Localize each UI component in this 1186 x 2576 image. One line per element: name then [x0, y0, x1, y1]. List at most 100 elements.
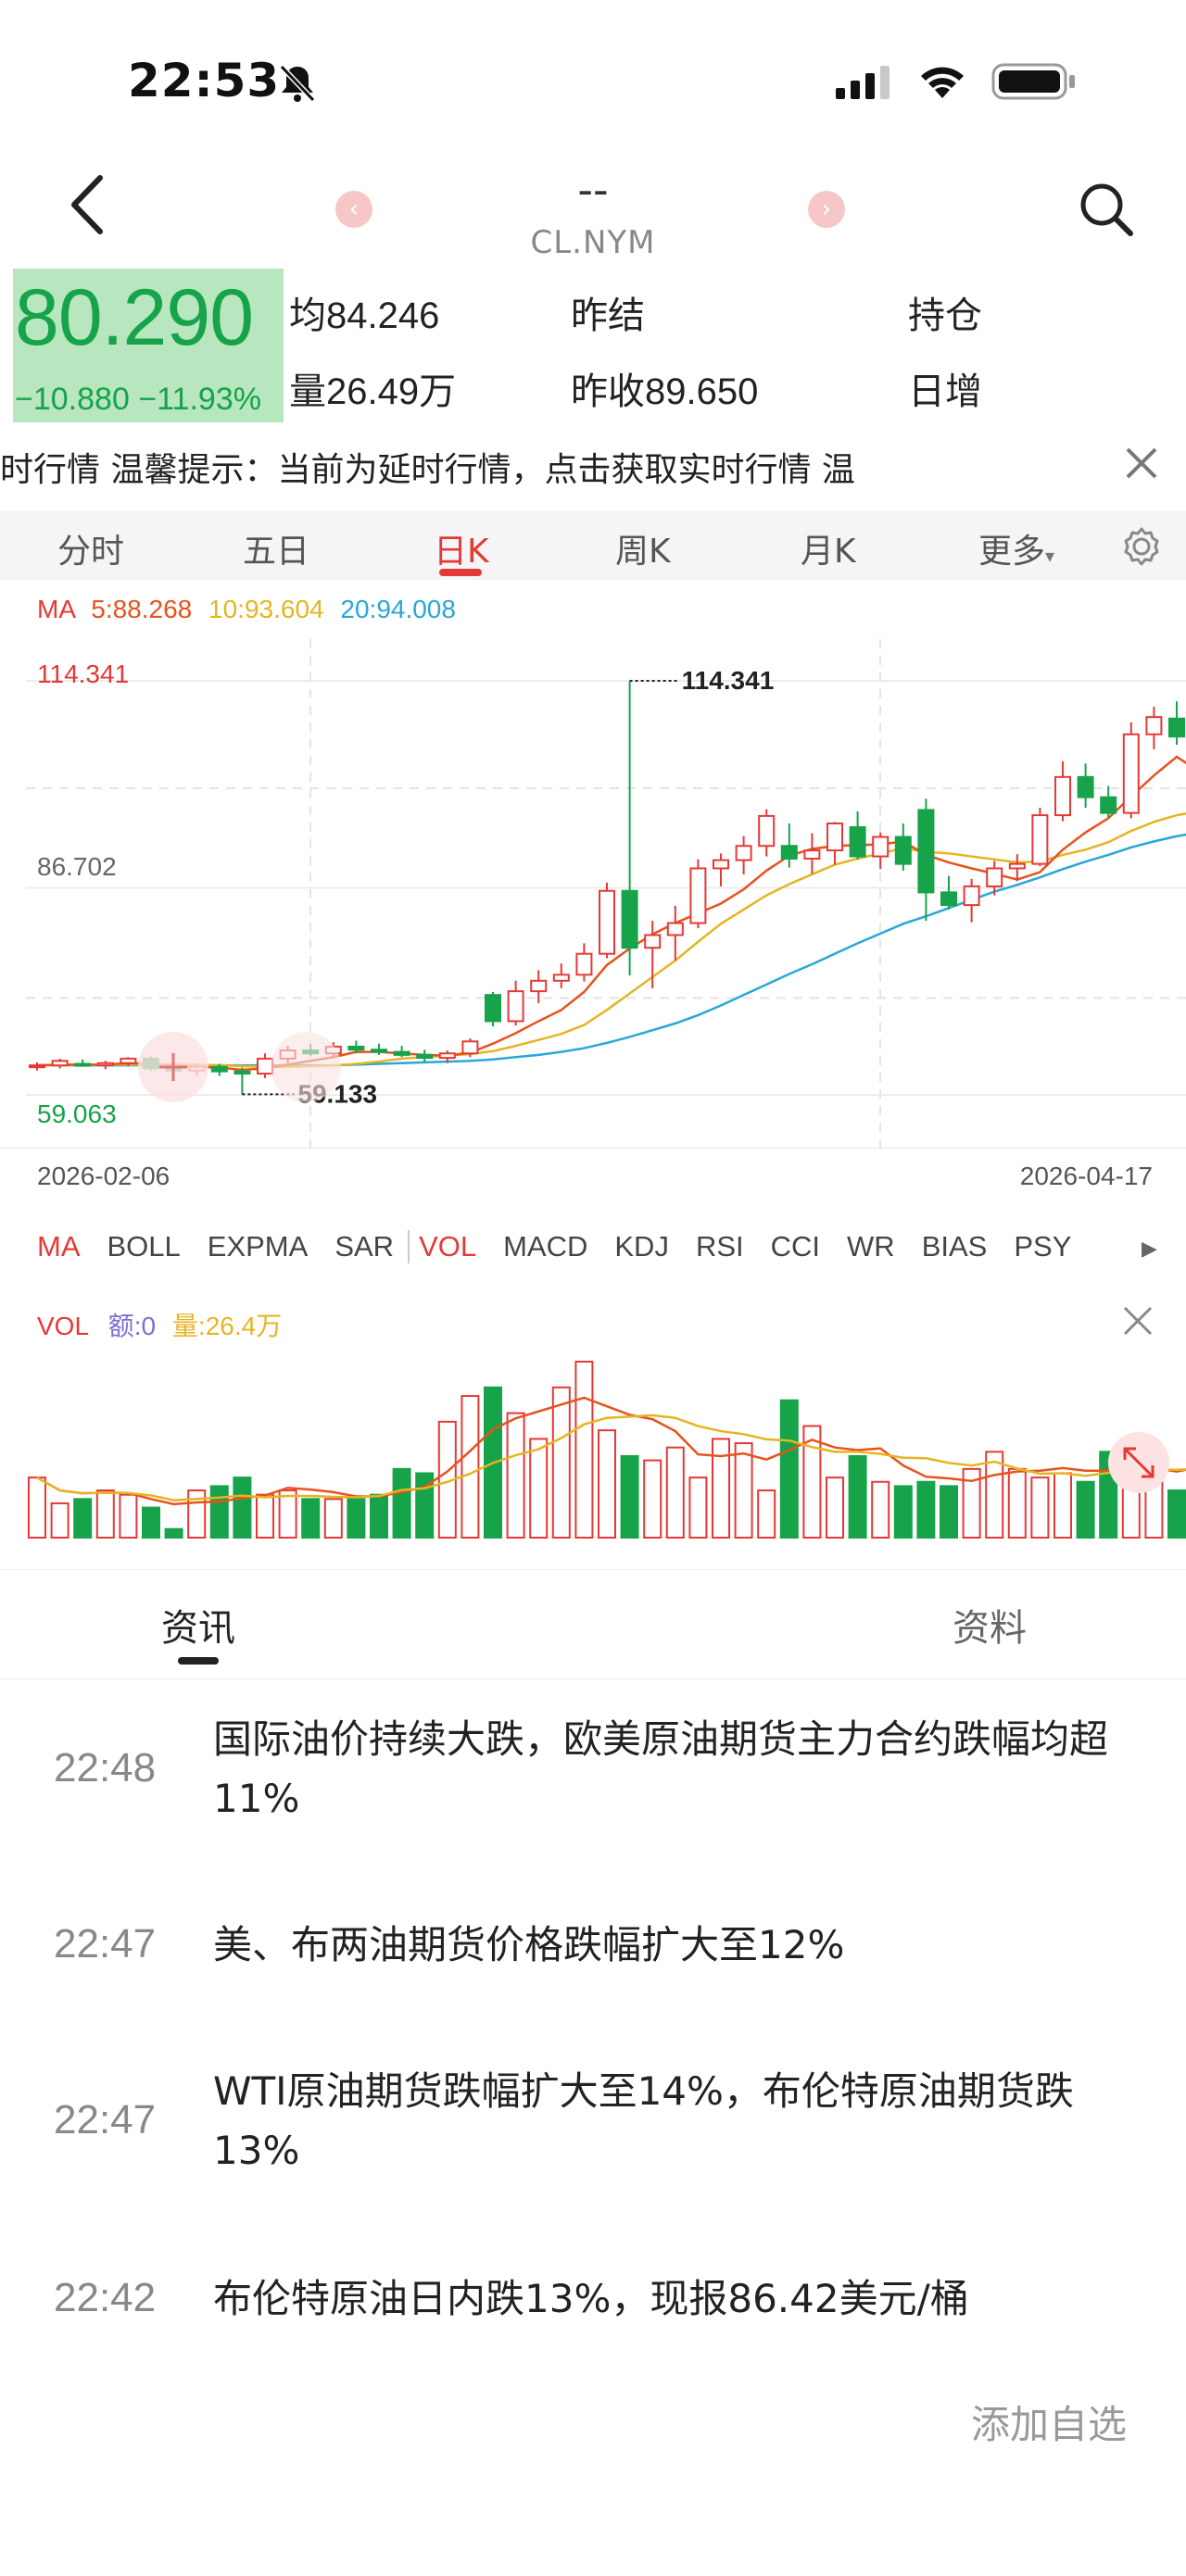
tab-more[interactable]: 更多▾ — [978, 524, 1054, 572]
vol-bar-down — [164, 1527, 183, 1539]
status-time: 22:53 — [128, 54, 281, 107]
indicator-boll[interactable]: BOLL — [107, 1230, 181, 1263]
indicator-vol[interactable]: VOL — [408, 1230, 476, 1263]
vol-bar-up — [278, 1489, 297, 1539]
vol-bar-down — [301, 1498, 321, 1539]
ma20-value: 20:94.008 — [340, 595, 456, 623]
caret-down-icon: ▾ — [1045, 545, 1055, 567]
vol-bar-down — [142, 1506, 160, 1539]
divider — [0, 1678, 1186, 1679]
candlestick-chart[interactable]: 114.34186.70259.063114.34159.133 — [0, 630, 1186, 1149]
indicator-wr[interactable]: WR — [847, 1230, 895, 1263]
candle-up — [803, 849, 821, 860]
date-start: 2026-02-06 — [37, 1162, 170, 1190]
candle-up — [507, 990, 524, 1023]
candle-down — [621, 889, 638, 949]
indicator-cci[interactable]: CCI — [771, 1230, 820, 1263]
news-time: 22:47 — [54, 1921, 157, 1967]
delay-notice-ticker[interactable]: 时行情 温馨提示：当前为延时行情，点击获取实时行情 温 — [0, 435, 1186, 491]
vol-bar-down — [233, 1476, 252, 1539]
candle-up — [1008, 862, 1026, 870]
expand-icon — [1123, 1447, 1154, 1478]
vol-qty: 量:26.4万 — [171, 1312, 283, 1340]
vol-indicator-label: VOL — [37, 1312, 88, 1340]
search-button[interactable] — [1077, 180, 1136, 243]
volume-chart[interactable] — [0, 1343, 1186, 1542]
page-title: -- — [577, 165, 609, 215]
candle-up — [438, 1052, 456, 1060]
candle-up — [552, 974, 570, 982]
vol-bar-down — [893, 1485, 913, 1539]
indicator-psy[interactable]: PSY — [1014, 1230, 1071, 1263]
y-mid-label: 86.702 — [37, 852, 117, 881]
indicator-expma[interactable]: EXPMA — [208, 1230, 309, 1263]
tab-monthly-k[interactable]: 月K — [801, 524, 856, 572]
vol-bar-up — [506, 1412, 525, 1539]
candle-up — [1054, 775, 1071, 817]
avg-label: 均 — [289, 295, 326, 336]
vol-bar-down — [1167, 1489, 1186, 1539]
y-min-label: 59.063 — [37, 1100, 117, 1128]
vol-bar-up — [665, 1446, 685, 1539]
tab-intraday[interactable]: 分时 — [57, 524, 124, 572]
search-icon — [1080, 183, 1133, 236]
status-icons — [836, 61, 1077, 102]
tab-five-day[interactable]: 五日 — [243, 524, 309, 572]
indicator-scroll-right-icon[interactable]: ▶ — [1142, 1238, 1157, 1261]
vol-bar-up — [643, 1459, 662, 1539]
last-price: 80.290 — [15, 273, 254, 362]
indicator-macd[interactable]: MACD — [503, 1230, 587, 1263]
indicator-kdj[interactable]: KDJ — [614, 1230, 669, 1263]
change-percent: −11.93% — [138, 382, 261, 417]
candle-up — [599, 889, 615, 955]
candle-up — [1145, 716, 1163, 735]
add-to-watchlist-button[interactable]: 添加自选 — [971, 2394, 1127, 2450]
candle-down — [74, 1062, 92, 1067]
indicator-rsi[interactable]: RSI — [696, 1230, 744, 1263]
chart-settings-button[interactable] — [1121, 526, 1162, 571]
vol-bar-up — [50, 1502, 69, 1539]
expand-chart-button[interactable] — [1108, 1432, 1169, 1493]
open-interest-label: 持仓 — [908, 295, 982, 336]
vol-bar-up — [598, 1429, 616, 1539]
indicator-ma[interactable]: MA — [37, 1230, 81, 1263]
vol-bar-up — [323, 1498, 343, 1539]
silent-bell-icon — [278, 63, 317, 107]
vol-bar-up — [826, 1476, 844, 1539]
close-ticker-button[interactable] — [1123, 445, 1160, 485]
vol-bar-up — [985, 1451, 1004, 1539]
indicator-sar[interactable]: SAR — [334, 1230, 394, 1263]
signal-icon — [836, 66, 890, 99]
ma-label: MA — [37, 595, 75, 623]
tab-news[interactable]: 资讯 — [161, 1598, 235, 1652]
vol-bar-up — [551, 1386, 571, 1539]
news-time: 22:48 — [54, 1745, 157, 1791]
indicator-bias[interactable]: BIAS — [922, 1230, 988, 1263]
prev-close: 昨收89.650 — [571, 361, 758, 415]
tab-profile[interactable]: 资料 — [953, 1598, 1027, 1652]
vol-bar-down — [848, 1454, 867, 1539]
candle-down — [210, 1065, 228, 1073]
candle-up — [257, 1057, 273, 1075]
candle-down — [485, 994, 501, 1023]
candle-up — [986, 867, 1003, 887]
candle-down — [393, 1050, 410, 1056]
candle-up — [644, 934, 662, 949]
vol-bar-up — [574, 1361, 594, 1539]
candle-up — [575, 952, 593, 976]
candle-down — [233, 1070, 251, 1075]
avg-value: 84.246 — [326, 295, 440, 336]
close-indicator-button[interactable] — [1121, 1304, 1154, 1341]
candle-up — [758, 814, 776, 848]
news-time: 22:47 — [54, 2097, 157, 2142]
date-end: 2026-04-17 — [1019, 1162, 1153, 1190]
ma5-value: 5:88.268 — [91, 595, 193, 623]
candle-down — [371, 1049, 387, 1053]
candle-down — [416, 1053, 434, 1060]
candle-down — [894, 836, 912, 865]
candle-up — [826, 822, 843, 852]
tab-weekly-k[interactable]: 周K — [615, 524, 671, 572]
vol-bar-down — [916, 1480, 936, 1539]
tab-daily-k[interactable]: 日K — [434, 524, 489, 572]
vol-bar-up — [712, 1438, 730, 1539]
